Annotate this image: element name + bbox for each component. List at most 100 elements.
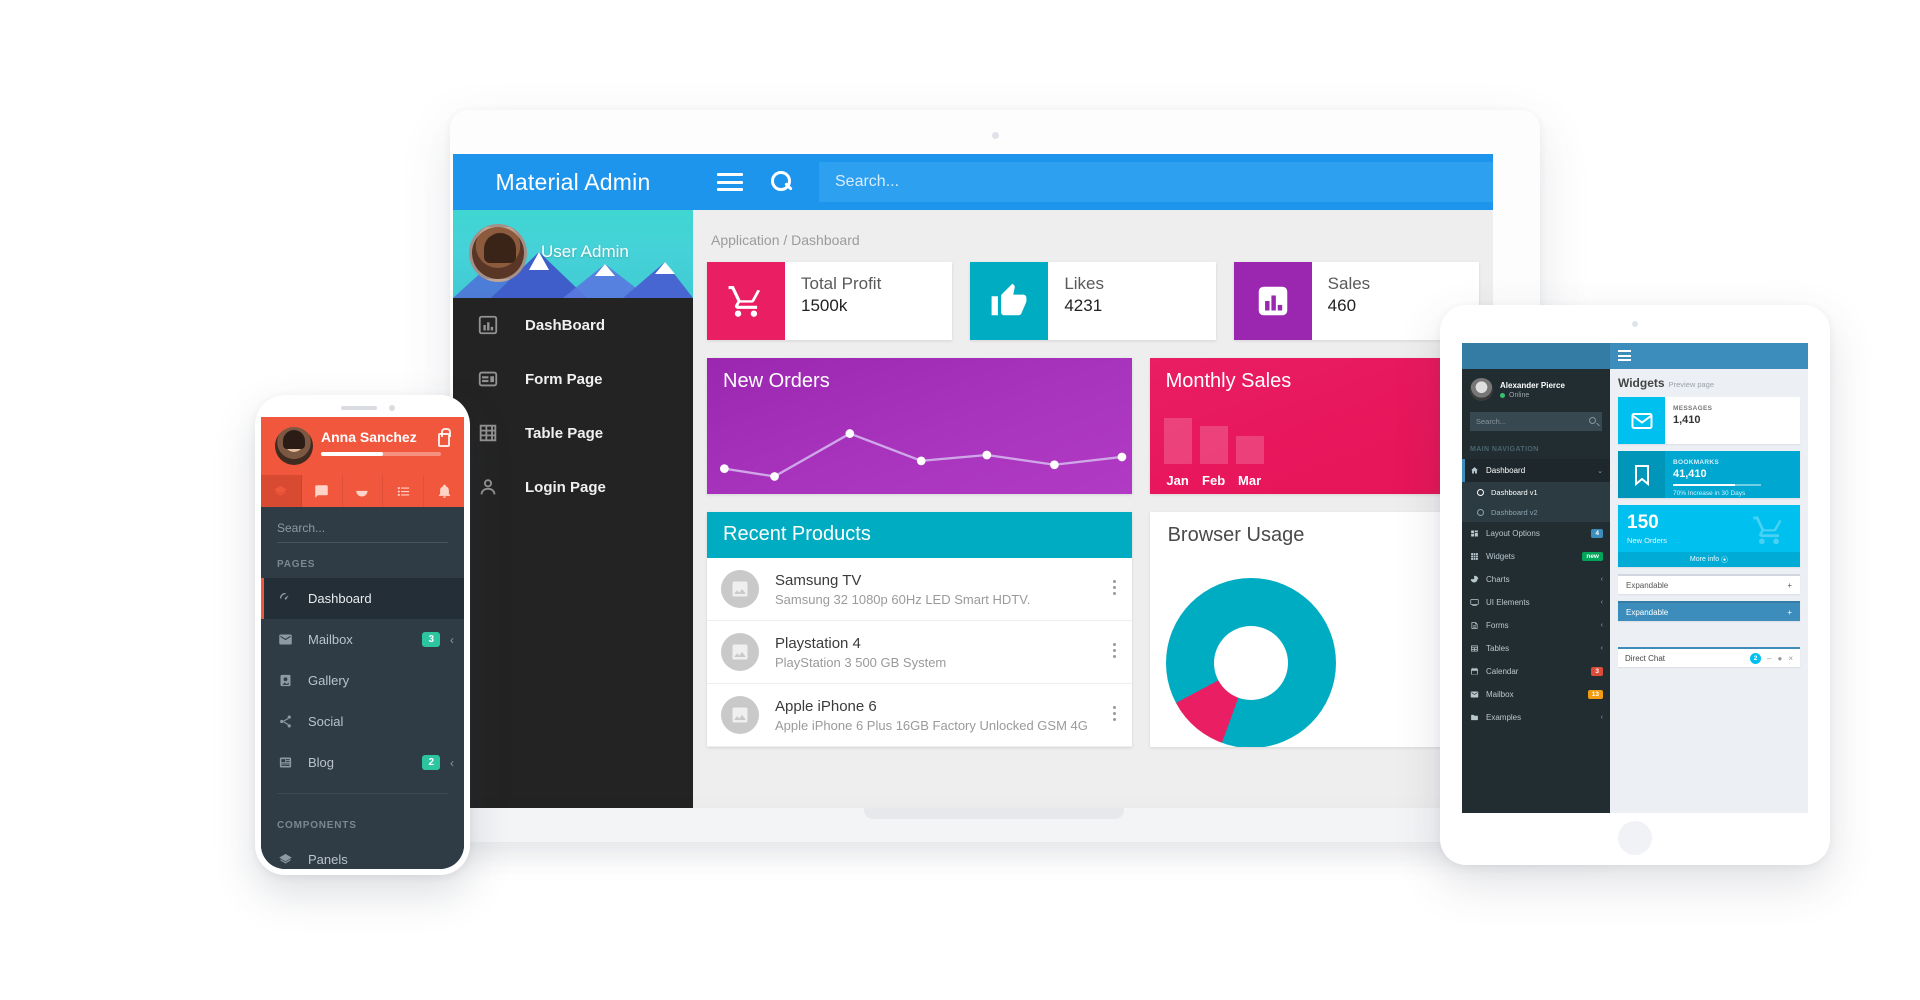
sidebar-item-layout-options[interactable]: Layout Options 4 bbox=[1462, 522, 1610, 545]
tablet-user-status: Online bbox=[1500, 392, 1565, 399]
sidebar-item-label: DashBoard bbox=[525, 316, 606, 334]
sidebar-item-tables[interactable]: Tables ‹ bbox=[1462, 637, 1610, 660]
sidebar-item-label: Blog bbox=[308, 755, 335, 770]
widget-text: BOOKMARKS 41,410 70% Increase in 30 Days bbox=[1665, 451, 1761, 498]
search-input[interactable]: Search... bbox=[819, 162, 1493, 202]
tab-layers[interactable] bbox=[261, 475, 302, 507]
stat-label: Sales bbox=[1327, 274, 1371, 293]
sidebar-item-forms[interactable]: Forms ‹ bbox=[1462, 614, 1610, 637]
nav-section-label: MAIN NAVIGATION bbox=[1470, 446, 1539, 453]
more-options-icon[interactable] bbox=[1112, 580, 1116, 595]
tablet-search[interactable]: Search... bbox=[1470, 412, 1602, 431]
tab-chat[interactable] bbox=[302, 475, 343, 507]
sidebar-item-form-page[interactable]: Form Page bbox=[453, 352, 693, 406]
card-monthly-sales[interactable]: Monthly Sales Jan Feb Mar bbox=[1149, 358, 1479, 494]
tab-list[interactable] bbox=[383, 475, 425, 507]
more-options-icon[interactable] bbox=[1112, 643, 1116, 658]
plus-icon[interactable]: + bbox=[1787, 581, 1792, 590]
chevron-left-icon: ‹ bbox=[1600, 576, 1603, 583]
phone-search[interactable]: Search... bbox=[261, 507, 464, 543]
sidebar-item-label: Panels bbox=[308, 852, 348, 867]
widget-bookmarks[interactable]: BOOKMARKS 41,410 70% Increase in 30 Days bbox=[1618, 451, 1800, 498]
stat-card-total-profit[interactable]: Total Profit 1500k bbox=[707, 262, 953, 340]
breadcrumb: Application / Dashboard bbox=[711, 232, 860, 248]
sidebar-item-table-page[interactable]: Table Page bbox=[453, 406, 693, 460]
sidebar-item-panels[interactable]: Panels bbox=[261, 839, 464, 869]
widget-label: MESSAGES bbox=[1673, 405, 1713, 412]
search-icon[interactable] bbox=[1589, 417, 1596, 424]
direct-chat-box[interactable]: Direct Chat 2 – ● × bbox=[1618, 647, 1800, 667]
tablet-mockup: Alexander Pierce Online Search... MAIN N… bbox=[1440, 305, 1830, 865]
status-label: Online bbox=[1509, 391, 1530, 399]
menu-toggle-icon[interactable] bbox=[717, 173, 743, 191]
chart-bar-icon bbox=[475, 312, 501, 338]
more-options-icon[interactable] bbox=[1112, 706, 1116, 721]
home-button[interactable] bbox=[1618, 821, 1652, 855]
search-input[interactable]: Search... bbox=[1476, 417, 1506, 426]
widget-label: BOOKMARKS bbox=[1673, 459, 1720, 466]
contacts-icon[interactable]: ● bbox=[1777, 654, 1782, 663]
sidebar-item-dashboard[interactable]: Dashboard bbox=[261, 578, 464, 619]
month-label: Feb bbox=[1202, 473, 1226, 488]
sidebar-item-label: Gallery bbox=[308, 673, 350, 688]
search-icon[interactable] bbox=[771, 171, 793, 193]
bottom-card-row: Recent Products Samsung TV Samsung 32 10… bbox=[707, 512, 1479, 747]
mid-card-row: New Orders Monthly Sales Jan Feb Mar bbox=[707, 358, 1479, 494]
card-title: Recent Products bbox=[707, 512, 1132, 558]
shopping-cart-icon bbox=[707, 262, 785, 340]
sidebar-item-calendar[interactable]: Calendar 3 bbox=[1462, 660, 1610, 683]
laptop-base bbox=[378, 808, 1610, 842]
more-info-link[interactable]: More info ⦿ bbox=[1618, 552, 1800, 567]
sidebar-item-social[interactable]: Social bbox=[261, 701, 464, 742]
plus-icon[interactable]: + bbox=[1787, 608, 1792, 617]
product-text: Apple iPhone 6 Apple iPhone 6 Plus 16GB … bbox=[775, 698, 1088, 733]
menu-toggle-icon[interactable] bbox=[1618, 350, 1631, 361]
stat-card-likes[interactable]: Likes 4231 bbox=[970, 262, 1216, 340]
sidebar-item-examples[interactable]: Examples ‹ bbox=[1462, 706, 1610, 729]
tab-pie[interactable] bbox=[343, 475, 384, 507]
list-item[interactable]: Samsung TV Samsung 32 1080p 60Hz LED Sma… bbox=[707, 558, 1132, 621]
sidebar-item-dashboard[interactable]: Dashboard ⌄ bbox=[1462, 459, 1610, 482]
sidebar-item-gallery[interactable]: Gallery bbox=[261, 660, 464, 701]
search-input[interactable]: Search... bbox=[277, 521, 448, 543]
stat-label: Likes bbox=[1064, 274, 1105, 293]
close-icon[interactable]: × bbox=[1788, 654, 1793, 663]
widget-text: MESSAGES 1,410 bbox=[1665, 397, 1712, 444]
sidebar-item-mailbox[interactable]: Mailbox 13 bbox=[1462, 683, 1610, 706]
tablet-sidebar: Alexander Pierce Online Search... MAIN N… bbox=[1462, 369, 1610, 813]
laptop-camera-icon bbox=[991, 132, 999, 139]
minimize-icon[interactable]: – bbox=[1767, 654, 1771, 663]
list-item[interactable]: Playstation 4 PlayStation 3 500 GB Syste… bbox=[707, 621, 1132, 684]
sidebar-item-blog[interactable]: Blog 2 ‹ bbox=[261, 742, 464, 783]
tab-bell[interactable] bbox=[424, 475, 464, 507]
sidebar-item-mailbox[interactable]: Mailbox 3 ‹ bbox=[261, 619, 464, 660]
stat-value: 1500k bbox=[801, 296, 848, 316]
tablet-topbar bbox=[1462, 343, 1808, 369]
sidebar-item-ui-elements[interactable]: UI Elements ‹ bbox=[1462, 591, 1610, 614]
badge: 2 bbox=[1750, 652, 1762, 664]
orders-label: New Orders bbox=[1627, 536, 1668, 545]
list-item[interactable]: Apple iPhone 6 Apple iPhone 6 Plus 16GB … bbox=[707, 684, 1132, 747]
product-name: Playstation 4 bbox=[775, 634, 861, 652]
widget-new-orders[interactable]: 150 New Orders More info ⦿ bbox=[1618, 505, 1800, 567]
gallery-icon bbox=[277, 672, 294, 689]
sidebar-item-label: Form Page bbox=[525, 370, 603, 388]
expandable-box-2[interactable]: Expandable + bbox=[1618, 601, 1800, 621]
expandable-label: Expandable bbox=[1626, 580, 1669, 590]
sidebar-item-widgets[interactable]: Widgets new bbox=[1462, 545, 1610, 568]
sidebar-item-login-page[interactable]: Login Page bbox=[453, 460, 693, 514]
sidebar-item-label: Dashboard bbox=[308, 591, 372, 606]
lock-icon[interactable] bbox=[438, 428, 451, 447]
sidebar-item-charts[interactable]: Charts ‹ bbox=[1462, 568, 1610, 591]
stat-text: Likes 4231 bbox=[1048, 262, 1104, 340]
submenu-item-dashboard-v1[interactable]: Dashboard v1 bbox=[1462, 482, 1610, 502]
submenu-item-dashboard-v2[interactable]: Dashboard v2 bbox=[1462, 502, 1610, 522]
widget-messages[interactable]: MESSAGES 1,410 bbox=[1618, 397, 1800, 444]
card-new-orders[interactable]: New Orders bbox=[707, 358, 1132, 494]
expandable-box-1[interactable]: Expandable + bbox=[1618, 574, 1800, 594]
sidebar-item-dashboard[interactable]: DashBoard bbox=[453, 298, 693, 352]
tablet-user-text: Alexander Pierce Online bbox=[1500, 381, 1565, 399]
badge: 4 bbox=[1591, 529, 1603, 538]
sidebar-user-panel: User Admin bbox=[453, 210, 693, 298]
sidebar-item-label: Calendar bbox=[1486, 667, 1519, 676]
